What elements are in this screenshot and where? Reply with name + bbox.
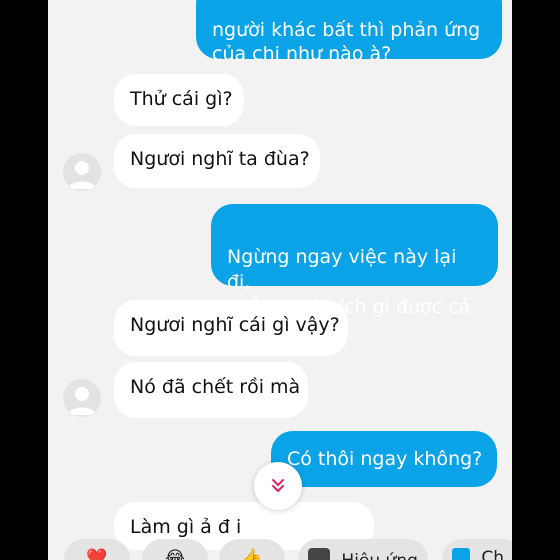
quick-reaction-thumbs-up[interactable]: 👍	[219, 539, 285, 560]
incoming-message[interactable]: Thử cái gì?	[114, 74, 244, 126]
incoming-message[interactable]: Nó đã chết rồi mà	[114, 362, 308, 418]
contact-avatar[interactable]	[63, 153, 101, 191]
message-text: Có thôi ngay không?	[287, 448, 483, 470]
message-text: Làm gì ả đ i	[130, 516, 242, 538]
effect-thumbnail-icon	[308, 548, 330, 560]
effects-label: Hiệu ứng	[341, 551, 417, 560]
quick-reaction-heart[interactable]: ❤️	[64, 539, 130, 560]
incoming-message[interactable]: Ngươi nghĩ ta đùa?	[114, 134, 320, 188]
contact-avatar[interactable]	[63, 379, 101, 417]
scroll-to-bottom-button[interactable]	[254, 462, 302, 510]
message-text: Ngươi nghĩ cái gì vậy?	[130, 314, 340, 336]
thumbs-up-icon: 👍	[241, 548, 263, 560]
effects-chip[interactable]: Hiệu ứng	[298, 539, 428, 560]
heart-icon: ❤️	[86, 548, 108, 560]
play-icon	[452, 548, 470, 560]
more-chip[interactable]: Ch	[442, 539, 512, 560]
outgoing-message[interactable]: người khác bất thì phản ứng của chị như …	[196, 0, 502, 65]
more-label: Ch	[481, 548, 505, 560]
outgoing-message[interactable]: Có thôi ngay không?	[271, 431, 497, 487]
outgoing-message[interactable]: Ngừng ngay việc này lại đi, chẳng giúp í…	[211, 204, 498, 318]
double-chevron-down-icon	[272, 479, 284, 492]
message-text: Nó đã chết rồi mà	[130, 376, 301, 398]
quick-reaction-laugh[interactable]: 😂	[142, 539, 208, 560]
message-text: Ngươi nghĩ ta đùa?	[130, 148, 310, 170]
incoming-message[interactable]: Ngươi nghĩ cái gì vậy?	[114, 300, 348, 356]
message-text: người khác bất thì phản ứng của chị như …	[212, 19, 481, 65]
message-text: Thử cái gì?	[130, 88, 233, 110]
laughing-face-icon: 😂	[165, 548, 185, 560]
chat-screen: người khác bất thì phản ứng của chị như …	[48, 0, 512, 560]
